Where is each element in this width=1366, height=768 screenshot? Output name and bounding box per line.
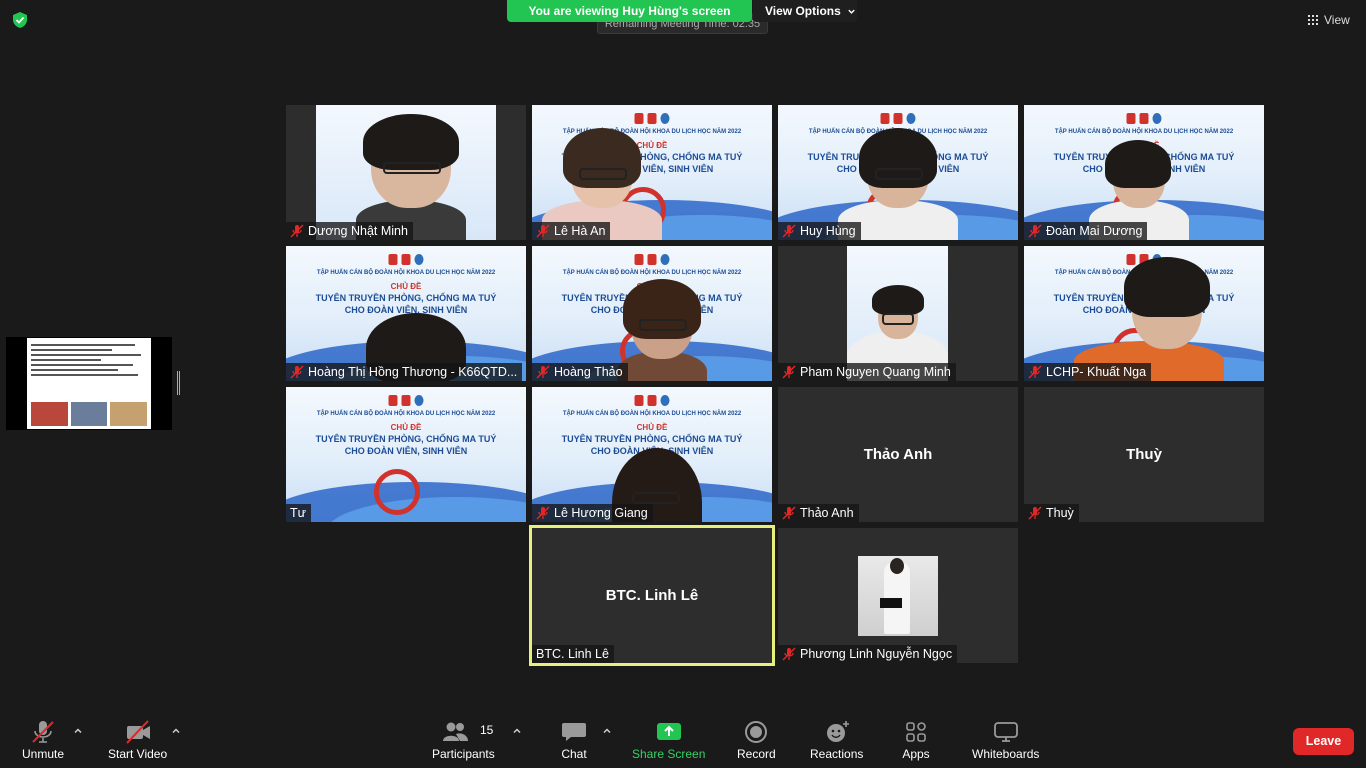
mic-muted-icon — [782, 506, 796, 520]
participant-name-tag: BTC. Linh Lê — [532, 645, 614, 663]
participant-name-tag: Phương Linh Nguyễn Ngọc — [778, 645, 958, 663]
video-tile[interactable]: Thảo Anh Thảo Anh — [778, 387, 1018, 522]
whiteboard-icon — [993, 722, 1018, 742]
participant-name-tag: Pham Nguyen Quang Minh — [778, 363, 956, 381]
participant-name-tag: LCHP- Khuất Nga — [1024, 363, 1152, 381]
record-icon — [745, 721, 768, 743]
mic-muted-icon — [536, 224, 550, 238]
participant-name-tag: Thuỳ — [1024, 504, 1079, 522]
mic-muted-icon — [782, 647, 796, 661]
chevron-up-icon[interactable] — [512, 726, 522, 736]
video-tile[interactable]: Dương Nhật Minh — [286, 105, 526, 240]
share-screen-button[interactable]: Share Screen — [632, 720, 705, 761]
participant-name-tag: Lê Hương Giang — [532, 504, 653, 522]
mic-muted-icon — [290, 365, 304, 379]
start-video-button[interactable]: Start Video — [108, 720, 167, 761]
leave-button[interactable]: Leave — [1293, 728, 1354, 755]
participant-display-name: Thuỳ — [1126, 446, 1162, 463]
mic-muted-icon — [536, 506, 550, 520]
reactions-icon — [826, 721, 849, 742]
grid-icon — [1308, 15, 1318, 25]
video-feed — [316, 105, 496, 240]
mic-muted-icon — [32, 721, 54, 743]
shield-icon[interactable] — [11, 11, 29, 29]
shared-screen-thumbnail[interactable] — [6, 337, 172, 430]
apps-icon — [906, 722, 926, 742]
view-options-label: View Options — [765, 4, 841, 18]
viewing-screen-banner: You are viewing Huy Hùng's screen — [507, 0, 752, 22]
participant-name-tag: Thảo Anh — [778, 504, 859, 522]
video-feed — [847, 246, 948, 381]
participant-display-name: BTC. Linh Lê — [605, 587, 699, 604]
video-tile[interactable]: TẬP HUẤN CÁN BỘ ĐOÀN HỘI KHOA DU LỊCH HỌ… — [286, 246, 526, 381]
zoom-meeting-window: Remaining Meeting Time: 02:35 You are vi… — [0, 0, 1366, 768]
view-label: View — [1324, 13, 1350, 27]
video-tile[interactable]: Thuỳ Thuỳ — [1024, 387, 1264, 522]
mic-muted-icon — [1028, 365, 1042, 379]
apps-button[interactable]: Apps — [902, 720, 930, 761]
mic-muted-icon — [782, 365, 796, 379]
participant-name-tag: Tư — [286, 504, 312, 522]
video-tile[interactable]: Phương Linh Nguyễn Ngọc — [778, 528, 1018, 663]
participant-display-name: Thảo Anh — [863, 446, 933, 463]
mic-muted-icon — [1028, 506, 1042, 520]
chevron-down-icon — [848, 9, 855, 15]
participant-name-tag: Dương Nhật Minh — [286, 222, 413, 240]
meeting-toolbar: Unmute Start Video Participants 15 Chat … — [0, 708, 1366, 768]
share-screen-icon — [656, 723, 681, 740]
record-button[interactable]: Record — [737, 720, 776, 761]
view-layout-button[interactable]: View — [1302, 8, 1358, 32]
participants-icon — [443, 722, 469, 741]
mic-muted-icon — [290, 224, 304, 238]
whiteboards-button[interactable]: Whiteboards — [972, 720, 1039, 761]
participant-name-tag: Huy Hùng — [778, 222, 861, 240]
participant-name-tag: Hoàng Thị Hồng Thương - K66QTD... — [286, 363, 523, 381]
participant-count: 15 — [480, 723, 494, 737]
shared-document-preview — [27, 338, 151, 429]
mic-muted-icon — [536, 365, 550, 379]
active-speaker-tile[interactable]: BTC. Linh Lê BTC. Linh Lê — [529, 525, 775, 666]
unmute-button[interactable]: Unmute — [22, 720, 64, 761]
video-tile[interactable]: TẬP HUẤN CÁN BỘ ĐOÀN HỘI KHOA DU LỊCH HỌ… — [532, 246, 772, 381]
video-tile[interactable]: TẬP HUẤN CÁN BỘ ĐOÀN HỘI KHOA DU LỊCH HỌ… — [286, 387, 526, 522]
video-tile[interactable]: Pham Nguyen Quang Minh — [778, 246, 1018, 381]
profile-photo — [858, 556, 938, 636]
video-tile[interactable]: TẬP HUẤN CÁN BỘ ĐOÀN HỘI KHOA DU LỊCH HỌ… — [1024, 246, 1264, 381]
mic-muted-icon — [782, 224, 796, 238]
chevron-up-icon[interactable] — [602, 726, 612, 736]
video-tile[interactable]: TẬP HUẤN CÁN BỘ ĐOÀN HỘI KHOA DU LỊCH HỌ… — [778, 105, 1018, 240]
video-tile[interactable]: TẬP HUẤN CÁN BỘ ĐOÀN HỘI KHOA DU LỊCH HỌ… — [1024, 105, 1264, 240]
chat-button[interactable]: Chat — [560, 720, 588, 761]
mic-muted-icon — [1028, 224, 1042, 238]
reactions-button[interactable]: Reactions — [810, 720, 863, 761]
participant-name-tag: Lê Hà An — [532, 222, 611, 240]
participant-name-tag: Đoàn Mai Dương — [1024, 222, 1148, 240]
view-options-button[interactable]: View Options — [753, 0, 857, 22]
video-off-icon — [125, 720, 150, 744]
chat-icon — [562, 723, 586, 741]
chevron-up-icon[interactable] — [73, 726, 83, 736]
panel-resize-handle[interactable] — [177, 371, 180, 395]
chevron-up-icon[interactable] — [171, 726, 181, 736]
virtual-background: TẬP HUẤN CÁN BỘ ĐOÀN HỘI KHOA DU LỊCH HỌ… — [286, 387, 526, 522]
video-tile[interactable]: TẬP HUẤN CÁN BỘ ĐOÀN HỘI KHOA DU LỊCH HỌ… — [532, 387, 772, 522]
video-tile[interactable]: TẬP HUẤN CÁN BỘ ĐOÀN HỘI KHOA DU LỊCH HỌ… — [532, 105, 772, 240]
participant-name-tag: Hoàng Thảo — [532, 363, 628, 381]
